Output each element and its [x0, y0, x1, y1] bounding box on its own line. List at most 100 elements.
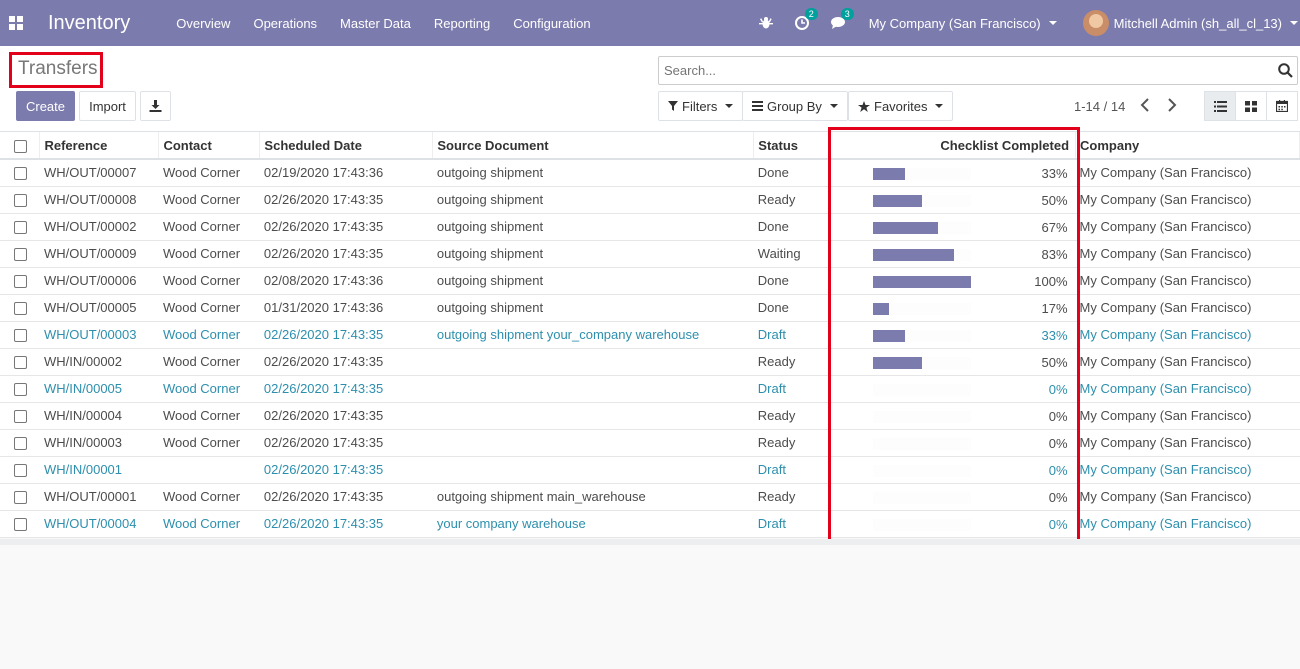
table-row[interactable]: WH/OUT/00002 Wood Corner 02/26/2020 17:43:…	[0, 213, 1300, 241]
row-select-cell	[0, 159, 40, 187]
row-checkbox[interactable]	[14, 329, 27, 343]
checklist-percentage: 83%	[1041, 246, 1068, 262]
table-row[interactable]: WH/OUT/00006 Wood Corner 02/08/2020 17:43:…	[0, 267, 1300, 295]
checklist-percentage: 50%	[1041, 354, 1068, 370]
calendar-view-icon[interactable]	[1266, 91, 1298, 121]
cell-status: Ready	[753, 402, 829, 430]
cell-status: Ready	[753, 429, 829, 457]
row-select-cell	[0, 510, 40, 538]
row-checkbox[interactable]	[14, 194, 27, 208]
checklist-progress-bar	[872, 383, 971, 396]
filter-funnel-icon	[668, 101, 678, 111]
table-row[interactable]: WH/OUT/00003 Wood Corner 02/26/2020 17:43:…	[0, 321, 1300, 349]
menu-overview[interactable]: Overview	[176, 16, 230, 31]
menu-reporting[interactable]: Reporting	[434, 16, 490, 31]
download-button[interactable]	[140, 91, 171, 121]
cell-status: Draft	[753, 510, 829, 538]
column-header-status[interactable]: Status	[753, 132, 830, 160]
cell-reference: WH/IN/00001	[39, 456, 159, 484]
column-header-checklist-completed[interactable]: Checklist Completed	[828, 132, 1077, 160]
cell-scheduled-date: 02/08/2020 17:43:36	[259, 267, 433, 295]
column-header-company[interactable]: Company	[1075, 132, 1300, 160]
table-row[interactable]: WH/IN/00005 Wood Corner 02/26/2020 17:43:3…	[0, 375, 1300, 403]
cell-reference: WH/OUT/00005	[39, 294, 159, 322]
table-row[interactable]: WH/OUT/00005 Wood Corner 01/31/2020 17:43:…	[0, 294, 1300, 322]
cell-company: My Company (San Francisco)	[1075, 510, 1300, 538]
menu-master-data[interactable]: Master Data	[340, 16, 411, 31]
pager-next-icon[interactable]	[1167, 98, 1177, 115]
cell-reference: WH/OUT/00009	[39, 240, 159, 268]
row-checkbox[interactable]	[14, 302, 27, 316]
table-row[interactable]: WH/OUT/00001 Wood Corner 02/26/2020 17:43:…	[0, 483, 1300, 511]
menu-operations[interactable]: Operations	[253, 16, 317, 31]
user-menu[interactable]: Mitchell Admin (sh_all_cl_13)	[1082, 10, 1298, 36]
row-checkbox[interactable]	[14, 356, 27, 370]
column-header-contact[interactable]: Contact	[158, 132, 261, 160]
row-checkbox[interactable]	[14, 167, 27, 181]
checklist-progress-bar	[872, 329, 971, 342]
checklist-progress-bar	[872, 221, 971, 234]
table-row[interactable]: WH/OUT/00007 Wood Corner 02/19/2020 17:43:…	[0, 159, 1300, 187]
table-row[interactable]: WH/OUT/00004 Wood Corner 02/26/2020 17:43:…	[0, 510, 1300, 538]
row-checkbox[interactable]	[14, 410, 27, 424]
table-row[interactable]: WH/OUT/00008 Wood Corner 02/26/2020 17:43:…	[0, 186, 1300, 214]
cell-company: My Company (San Francisco)	[1075, 213, 1300, 241]
row-checkbox[interactable]	[14, 275, 27, 289]
row-checkbox[interactable]	[14, 383, 27, 397]
debug-bug-icon[interactable]	[758, 16, 773, 30]
pager-value[interactable]: 1-14 / 14	[1074, 99, 1125, 114]
filters-label: Filters	[682, 98, 718, 114]
favorites-button[interactable]: Favorites	[848, 91, 954, 121]
activity-clock-icon[interactable]: 2	[794, 8, 818, 30]
kanban-view-icon[interactable]	[1235, 91, 1267, 121]
cell-reference: WH/OUT/00002	[39, 213, 159, 241]
checklist-percentage: 0%	[1048, 516, 1068, 532]
apps-menu-icon[interactable]	[0, 0, 32, 46]
checklist-progress-bar	[872, 410, 971, 423]
table-row[interactable]: WH/IN/00002 Wood Corner 02/26/2020 17:43:3…	[0, 348, 1300, 376]
row-checkbox[interactable]	[14, 491, 27, 505]
create-button[interactable]: Create	[16, 91, 75, 121]
import-button[interactable]: Import	[79, 91, 136, 121]
cell-source-document	[432, 429, 754, 457]
table-row[interactable]: WH/IN/00003 Wood Corner 02/26/2020 17:43:3…	[0, 429, 1300, 457]
cell-company: My Company (San Francisco)	[1075, 348, 1300, 376]
row-checkbox[interactable]	[14, 221, 27, 235]
row-checkbox[interactable]	[14, 437, 27, 451]
list-view-icon[interactable]	[1204, 91, 1236, 121]
cell-checklist-completed: 100%	[828, 267, 1076, 295]
transfers-table: Reference Contact Scheduled Date Source …	[0, 132, 1300, 538]
table-row[interactable]: WH/IN/00001 02/26/2020 17:43:35 Draft 0% My …	[0, 456, 1300, 484]
column-header-scheduled-date[interactable]: Scheduled Date	[259, 132, 434, 160]
column-header-source-document[interactable]: Source Document	[432, 132, 755, 160]
menu-configuration[interactable]: Configuration	[513, 16, 590, 31]
cell-status: Done	[753, 159, 829, 187]
row-select-cell	[0, 240, 40, 268]
messages-chat-icon[interactable]: 3	[830, 8, 854, 30]
filters-button[interactable]: Filters	[658, 91, 744, 121]
table-row[interactable]: WH/OUT/00009 Wood Corner 02/26/2020 17:43:…	[0, 240, 1300, 268]
cell-scheduled-date: 02/26/2020 17:43:35	[259, 321, 433, 349]
checklist-progress-bar	[872, 518, 971, 531]
group-by-button[interactable]: Group By	[742, 91, 848, 121]
cell-checklist-completed: 67%	[828, 213, 1076, 241]
app-name[interactable]: Inventory	[48, 12, 130, 35]
search-input[interactable]	[659, 57, 1259, 84]
checklist-progress-bar	[872, 437, 971, 450]
chevron-down-icon	[1048, 21, 1057, 25]
row-checkbox[interactable]	[14, 248, 27, 262]
column-header-reference[interactable]: Reference	[39, 132, 160, 160]
cell-contact: Wood Corner	[158, 429, 260, 457]
row-checkbox[interactable]	[14, 464, 27, 478]
company-switcher[interactable]: My Company (San Francisco)	[869, 16, 1057, 31]
pager-previous-icon[interactable]	[1140, 98, 1150, 115]
row-checkbox[interactable]	[14, 518, 27, 532]
cell-status: Ready	[753, 483, 829, 511]
search-icon[interactable]	[1278, 63, 1293, 81]
cell-checklist-completed: 0%	[828, 375, 1076, 403]
table-row[interactable]: WH/IN/00004 Wood Corner 02/26/2020 17:43:3…	[0, 402, 1300, 430]
select-all-checkbox[interactable]	[14, 139, 27, 153]
page-title: Transfers	[9, 52, 103, 88]
cell-source-document: outgoing shipment	[432, 159, 754, 187]
checklist-percentage: 67%	[1041, 219, 1068, 235]
